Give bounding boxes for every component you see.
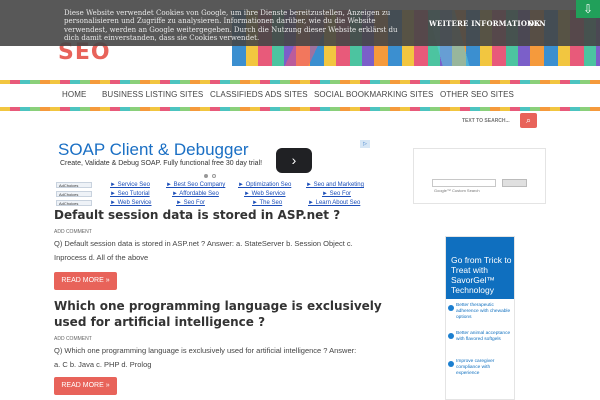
cookie-consent-text: Diese Website verwendet Cookies von Goog… [64, 9, 398, 43]
ad-link-units: AdChoices AdChoices AdChoices ► Service … [56, 182, 372, 208]
adchoices-icon[interactable]: ▷ [360, 140, 370, 148]
read-more-button[interactable]: READ MORE » [54, 377, 117, 395]
cookie-consent-bar: Diese Website verwendet Cookies von Goog… [0, 0, 600, 46]
add-comment-link[interactable]: ADD COMMENT [54, 336, 92, 342]
custom-search-button[interactable] [502, 179, 527, 187]
carousel-dot[interactable] [212, 174, 216, 178]
ad-link[interactable]: ► Best Seo Company [166, 182, 225, 188]
adchoices-label[interactable]: AdChoices [56, 200, 92, 206]
download-arrow-icon[interactable]: ⇩ [576, 0, 600, 18]
ad-link[interactable]: ► Web Service [110, 200, 152, 206]
ad-banner[interactable]: SOAP Client & Debugger Create, Validate … [56, 140, 370, 180]
nav-item-home[interactable]: HOME [62, 90, 86, 99]
nav-item-social-bookmarking-sites[interactable]: SOCIAL BOOKMARKING SITES [314, 90, 433, 99]
ad-link[interactable]: ► Learn About Seo [308, 200, 360, 206]
sidebar-ad-point: Better therapeutic adherence with chewab… [456, 303, 511, 321]
carousel-dot[interactable] [204, 174, 208, 178]
main-navigation: HOME BUSINESS LISTING SITES CLASSIFIEDS … [0, 84, 600, 107]
nav-item-classifieds-ads-sites[interactable]: CLASSIFIEDS ADS SITES [210, 90, 308, 99]
chevron-right-icon[interactable]: › [276, 148, 312, 173]
check-icon [448, 333, 454, 339]
adchoices-label[interactable]: AdChoices [56, 191, 92, 197]
search-icon[interactable]: ⌕ [520, 113, 537, 128]
sidebar-ad-header: Go from Trick to Treat with SavorGel™ Te… [446, 237, 514, 299]
add-comment-link[interactable]: ADD COMMENT [54, 229, 92, 235]
custom-search-label: Google™ Custom Search [434, 188, 480, 193]
search-input[interactable] [458, 113, 520, 128]
sidebar-ad[interactable]: Go from Trick to Treat with SavorGel™ Te… [445, 236, 515, 400]
ad-title[interactable]: SOAP Client & Debugger [58, 140, 249, 160]
sidebar-ad-body: Better therapeutic adherence with chewab… [446, 299, 514, 399]
nav-item-other-seo-sites[interactable]: OTHER SEO SITES [440, 90, 514, 99]
decorative-stripe [0, 107, 600, 111]
ad-link[interactable]: ► Affordable Seo [172, 191, 219, 197]
nav-item-business-listing-sites[interactable]: BUSINESS LISTING SITES [102, 90, 203, 99]
read-more-button[interactable]: READ MORE » [54, 272, 117, 290]
ad-link[interactable]: ► Web Service [244, 191, 286, 197]
post-excerpt: Q) Which one programming language is exc… [54, 346, 357, 369]
ad-link[interactable]: ► Seo For [176, 200, 205, 206]
ad-link[interactable]: ► Optimization Seo [238, 182, 291, 188]
ad-link[interactable]: ► The Seo [252, 200, 282, 206]
ad-link[interactable]: ► Seo Tutorial [110, 191, 150, 197]
custom-search-widget: Google™ Custom Search [413, 148, 546, 204]
ad-link[interactable]: ► Seo For [322, 191, 351, 197]
sidebar-ad-title[interactable]: Go from Trick to Treat with SavorGel™ Te… [451, 255, 514, 295]
check-icon [448, 361, 454, 367]
post-excerpt: Q) Default session data is stored in ASP… [54, 239, 353, 262]
cookie-ok-button[interactable]: OK [528, 19, 541, 28]
check-icon [448, 305, 454, 311]
post-title[interactable]: Which one programming language is exclus… [54, 298, 384, 330]
adchoices-label[interactable]: AdChoices [56, 182, 92, 188]
ad-link[interactable]: ► Service Seo [110, 182, 150, 188]
sidebar-ad-point: Improve caregiver compliance with experi… [456, 359, 495, 377]
ad-subtitle: Create, Validate & Debug SOAP. Fully fun… [60, 160, 263, 167]
ad-link[interactable]: ► Seo and Marketing [306, 182, 364, 188]
sidebar-ad-point: Better animal acceptance with flavored s… [456, 331, 511, 343]
post-title[interactable]: Default session data is stored in ASP.ne… [54, 207, 374, 223]
custom-search-input[interactable] [432, 179, 496, 187]
